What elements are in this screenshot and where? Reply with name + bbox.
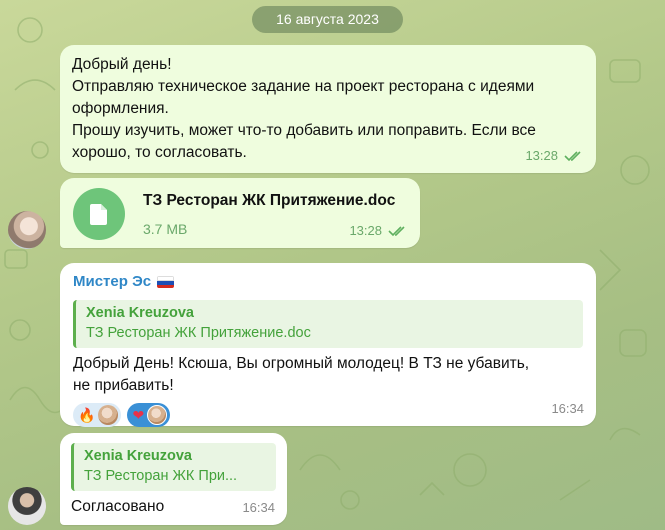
document-icon[interactable]: [73, 188, 125, 240]
date-separator: 16 августа 2023: [252, 6, 403, 33]
reaction-heart[interactable]: ❤: [127, 403, 171, 427]
double-check-icon: [564, 151, 581, 162]
reactions-row: 🔥 ❤: [73, 403, 583, 427]
file-size: 3.7 MB: [143, 221, 188, 237]
message-meta: 16:34: [551, 398, 584, 420]
message-text-line: Прошу изучить, может что-то добавить или…: [72, 122, 536, 139]
message-time: 16:34: [242, 500, 275, 515]
message-text-line: оформления.: [72, 100, 169, 117]
incoming-message[interactable]: Xenia Kreuzova ТЗ Ресторан ЖК При... Сог…: [60, 433, 287, 525]
fire-emoji-icon: 🔥: [78, 407, 96, 423]
message-meta: 13:28: [349, 220, 408, 242]
double-check-icon: [388, 226, 405, 237]
reply-text: ТЗ Ресторан ЖК При...: [84, 468, 238, 484]
file-name[interactable]: ТЗ Ресторан ЖК Притяжение.doc: [143, 190, 395, 212]
sender-name[interactable]: Мистер Эс: [73, 271, 151, 293]
reply-text: ТЗ Ресторан ЖК Притяжение.doc: [86, 325, 311, 341]
incoming-message[interactable]: Мистер Эс Xenia Kreuzova ТЗ Ресторан ЖК …: [60, 263, 596, 427]
user-avatar[interactable]: [8, 487, 46, 525]
message-text: Добрый День! Ксюша, Вы огромный молодец!…: [73, 353, 583, 397]
user-avatar[interactable]: [8, 211, 46, 249]
message-time: 13:28: [349, 223, 382, 238]
message-time: 16:34: [551, 401, 584, 416]
message-time: 13:28: [525, 148, 558, 163]
reply-author: Xenia Kreuzova: [84, 448, 192, 464]
reply-author: Xenia Kreuzova: [86, 305, 194, 321]
outgoing-file-message[interactable]: ТЗ Ресторан ЖК Притяжение.doc 3.7 MB 13:…: [60, 178, 420, 248]
message-text-line: хорошо, то согласовать.: [72, 144, 247, 161]
outgoing-message[interactable]: Добрый день! Отправляю техническое задан…: [60, 45, 596, 173]
heart-emoji-icon: ❤: [132, 407, 145, 423]
reactor-avatar: [147, 405, 168, 425]
reply-quote[interactable]: Xenia Kreuzova ТЗ Ресторан ЖК Притяжение…: [73, 300, 583, 348]
message-meta: 16:34: [242, 497, 275, 519]
reactor-avatar: [98, 405, 119, 425]
message-text-line: не прибавить!: [73, 377, 174, 394]
reaction-fire[interactable]: 🔥: [73, 403, 122, 427]
reply-quote[interactable]: Xenia Kreuzova ТЗ Ресторан ЖК При...: [71, 443, 276, 491]
message-text-line: Отправляю техническое задание на проект …: [72, 78, 535, 95]
russia-flag-icon: [157, 276, 175, 288]
message-text-line: Добрый День! Ксюша, Вы огромный молодец!…: [73, 355, 530, 372]
message-text-line: Добрый день!: [72, 56, 172, 73]
sender-name-row[interactable]: Мистер Эс: [73, 271, 583, 293]
message-meta: 13:28: [525, 145, 584, 167]
